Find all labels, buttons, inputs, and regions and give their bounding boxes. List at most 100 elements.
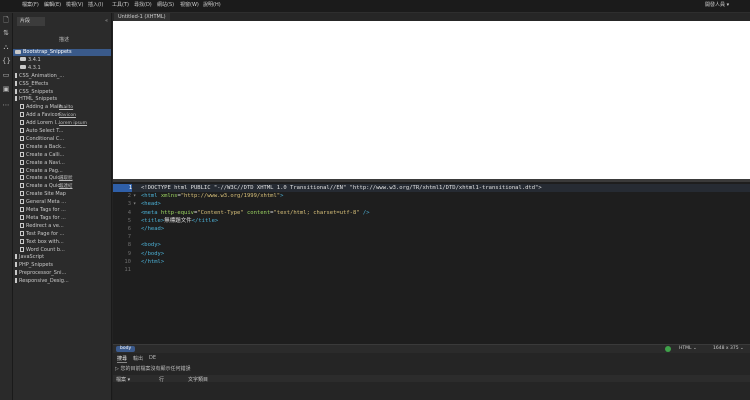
more-icon[interactable]: ⋯ — [2, 101, 10, 109]
snippet-item[interactable]: Create a Calli... — [13, 151, 111, 159]
snippet-label: Redirect a ve... — [26, 222, 64, 229]
snippet-description: Favicon — [59, 113, 76, 119]
snippet-folder[interactable]: CSS_Snippets — [13, 88, 111, 96]
code-token: <meta — [141, 209, 161, 216]
snippet-item[interactable]: Meta Tags for ... — [13, 207, 111, 214]
snippet-folder[interactable]: PHP_Snippets — [13, 262, 111, 269]
snippet-folder[interactable]: 4.3.1 — [13, 65, 111, 72]
snippet-label: Create a Back... — [26, 143, 66, 150]
sitemap-icon[interactable]: ⛬ — [2, 43, 10, 51]
comment-icon[interactable]: ▭ — [2, 71, 10, 79]
files-icon[interactable]: 🗋 — [2, 16, 10, 24]
design-view[interactable] — [113, 21, 750, 179]
snippet-item[interactable]: Redirect a ve... — [13, 222, 111, 230]
snippet-item[interactable]: Meta Tags for ... — [13, 214, 111, 222]
image-icon[interactable]: ▣ — [2, 85, 10, 93]
output-columns: 檔案 ▾ 行 文字類目 — [113, 375, 750, 383]
tab-search[interactable]: 搜尋 — [117, 355, 128, 363]
file-icon — [20, 151, 24, 157]
file-icon — [20, 183, 24, 189]
code-line[interactable]: 8 <body> — [113, 241, 750, 249]
snippet-item[interactable]: Conditional C... — [13, 135, 111, 143]
collapse-icon[interactable]: « — [105, 18, 108, 24]
window-size-select[interactable]: 1648 x 375 ⌄ — [713, 345, 744, 353]
snippet-item[interactable]: Auto Select T... — [13, 128, 111, 135]
tag-selector[interactable]: body — [116, 346, 136, 352]
code-line[interactable]: 11 — [113, 266, 750, 274]
file-icon — [20, 230, 24, 236]
snippet-item[interactable]: Create a Quic... 選取狀 — [13, 175, 111, 182]
folder-icon — [15, 270, 17, 276]
menu-item[interactable]: 檢視(V) — [66, 1, 83, 8]
menu-item[interactable]: 說明(H) — [203, 1, 221, 8]
line-number: 8 — [127, 242, 131, 249]
code-line[interactable]: 9 </body> — [113, 250, 750, 258]
menu-item[interactable]: 網站(S) — [157, 1, 174, 8]
code-line[interactable]: 7 — [113, 233, 750, 241]
code-line[interactable]: 6 </head> — [113, 225, 750, 233]
snippet-item[interactable]: Create a Back... — [13, 143, 111, 151]
snippet-item[interactable]: Adding a Mailt... mailto — [13, 104, 111, 111]
tab-de[interactable]: DE — [149, 355, 156, 361]
code-line[interactable]: 1 <!DOCTYPE html PUBLIC "-//W3C//DTD XHTM… — [113, 184, 750, 192]
snippet-folder[interactable]: CSS_Effects — [13, 80, 111, 88]
file-icon — [20, 222, 24, 228]
snippet-item[interactable]: Create a Navi... — [13, 159, 111, 167]
code-line[interactable]: 10 </html> — [113, 258, 750, 266]
snippet-item[interactable]: Add Lorem I... lorem ipsum — [13, 120, 111, 127]
code-token: <head> — [141, 201, 161, 208]
brackets-icon[interactable]: {} — [2, 57, 11, 65]
code-line[interactable]: 2 ▾ <html xmlns="http://www.w3.org/1999/xh… — [113, 192, 750, 200]
code-line[interactable]: 5 <title>無標題文件</title> — [113, 217, 750, 225]
sort-icon[interactable]: ⇅ — [2, 29, 10, 37]
snippet-item[interactable]: Test Page for ... — [13, 230, 111, 238]
menu-item[interactable]: 檔案(F) — [22, 1, 39, 8]
snippet-item[interactable]: Create a Pag... — [13, 167, 111, 175]
snippet-item[interactable]: Text box with... — [13, 238, 111, 246]
snippet-folder[interactable]: CSS_Animation_... — [13, 72, 111, 80]
code-line[interactable]: 4 <meta http-equiv="Content-Type" content… — [113, 209, 750, 217]
snippet-folder[interactable]: HTML_Snippets — [13, 96, 111, 103]
document-type-select[interactable]: HTML ⌄ — [679, 345, 697, 353]
menu-item[interactable]: 尋找(D) — [134, 1, 152, 8]
column-text[interactable]: 文字類目 — [188, 376, 208, 383]
user-menu[interactable]: 開發人員 ▾ — [705, 1, 729, 8]
snippet-item[interactable]: General Meta ... — [13, 199, 111, 206]
snippet-label: Test Page for ... — [26, 230, 65, 237]
tab-snippets[interactable]: 片段 — [17, 17, 45, 26]
column-file[interactable]: 檔案 ▾ — [116, 376, 130, 383]
file-icon — [20, 112, 24, 118]
code-token: "http://www.w3.org/1999/xhtml" — [180, 193, 281, 200]
fold-toggle-icon[interactable]: ▾ — [133, 200, 139, 208]
menu-item[interactable]: 工具(T) — [112, 1, 129, 8]
file-icon — [20, 135, 24, 141]
code-token: content — [246, 209, 271, 216]
code-line[interactable]: 3 ▾ <head> — [113, 200, 750, 208]
folder-icon — [15, 49, 21, 54]
snippet-item[interactable]: Create Site Map — [13, 191, 111, 198]
menu-item[interactable]: 插入(I) — [88, 1, 103, 8]
column-line[interactable]: 行 — [159, 376, 164, 383]
file-icon — [20, 191, 24, 197]
snippet-folder[interactable]: Bootstrap_Snippets — [13, 49, 111, 56]
menu-item[interactable]: 視窗(W) — [180, 1, 199, 8]
snippet-item[interactable]: Add a Favicon Favicon — [13, 112, 111, 119]
menu-item[interactable]: 編輯(E) — [44, 1, 61, 8]
file-icon — [20, 159, 24, 165]
snippet-folder[interactable]: Responsive_Desig... — [13, 278, 111, 285]
play-icon[interactable]: ▷ — [115, 366, 119, 372]
code-token: "text/html; charset=utf-8" — [273, 209, 363, 216]
tab-output[interactable]: 輸出 — [133, 355, 143, 362]
line-number: 4 — [127, 209, 131, 216]
code-text: <meta http-equiv="Content-Type" content=… — [141, 209, 370, 217]
snippet-folder[interactable]: Preprocessor_Sni... — [13, 270, 111, 277]
snippet-item[interactable]: Word Count b... — [13, 246, 111, 254]
snippet-label: 4.3.1 — [28, 64, 41, 71]
document-tab[interactable]: Untitled-1 (XHTML) — [114, 13, 170, 21]
snippet-folder[interactable]: 3.4.1 — [13, 57, 111, 64]
code-token: 無標題文件 — [164, 217, 192, 224]
fold-toggle-icon[interactable]: ▾ — [133, 192, 139, 200]
snippet-folder[interactable]: JavaScript — [13, 254, 111, 261]
code-view[interactable]: 1 <!DOCTYPE html PUBLIC "-//W3C//DTD XHTM… — [113, 182, 750, 344]
snippet-item[interactable]: Create a Quic... 超連結 — [13, 183, 111, 190]
